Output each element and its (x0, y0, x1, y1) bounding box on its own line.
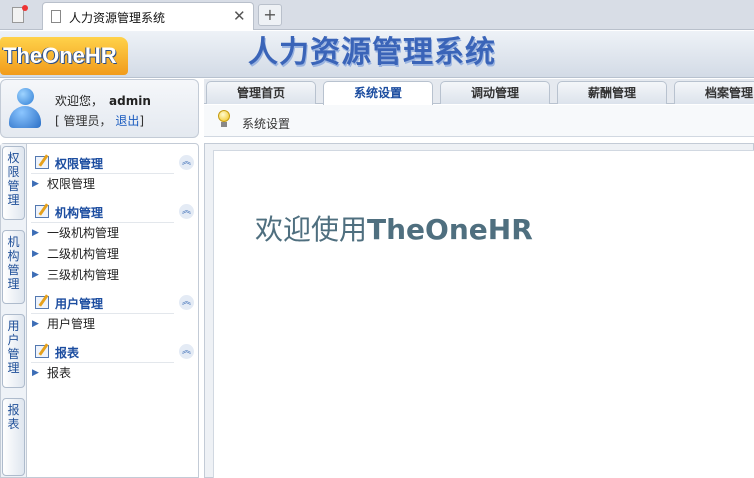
welcome-line: 欢迎您， admin (55, 92, 151, 109)
welcome-brand: TheOneHR (367, 213, 533, 246)
role-label: [ 管理员， (55, 114, 112, 128)
menu-group-header[interactable]: 用户管理 ︽ (31, 292, 194, 314)
menu-group-header[interactable]: 报表 ︽ (31, 341, 194, 363)
browser-tab-title: 人力资源管理系统 (69, 11, 166, 25)
page-icon (51, 10, 61, 23)
edit-icon (35, 205, 49, 218)
chevron-double-up-icon[interactable]: ︽ (179, 295, 194, 310)
tab-salary[interactable]: 薪酬管理 (557, 81, 667, 104)
username: admin (109, 94, 151, 108)
triangle-right-icon: ▶ (32, 319, 39, 329)
menu-item-label: 一级机构管理 (47, 226, 120, 240)
top-nav: 管理首页 系统设置 调动管理 薪酬管理 档案管理 (204, 79, 754, 105)
bulb-glass (218, 110, 230, 122)
edit-icon (35, 296, 49, 309)
welcome-prefix: 欢迎使用 (255, 213, 368, 246)
menu-group-title: 机构管理 (55, 206, 104, 220)
avatar-body (9, 106, 41, 128)
chevron-double-up-icon[interactable]: ︽ (179, 344, 194, 359)
menu-item[interactable]: ▶ 报表 (31, 363, 196, 384)
triangle-right-icon: ▶ (32, 368, 39, 378)
tab-transfer[interactable]: 调动管理 (440, 81, 550, 104)
browser-tab[interactable]: 人力资源管理系统 ✕ (42, 2, 254, 30)
menu-group-title: 权限管理 (55, 157, 104, 171)
menu-item[interactable]: ▶ 三级机构管理 (31, 265, 196, 286)
browser-tab-strip: 人力资源管理系统 ✕ + (0, 0, 754, 30)
menu-item-label: 权限管理 (47, 177, 96, 191)
close-icon[interactable]: ✕ (233, 7, 246, 25)
avatar-head (17, 88, 34, 105)
sidebar-menu: 权限管理 ︽ ▶ 权限管理 机构管理 ︽ ▶ 一级机构管理 ▶ 二级机构管理 ▶ 三级机… (31, 152, 196, 390)
bulb-base (221, 122, 227, 127)
welcome-label: 欢迎您， (55, 94, 104, 108)
main-content (204, 143, 754, 478)
logo: TheOneHR (0, 37, 128, 75)
menu-group-organization: 机构管理 ︽ ▶ 一级机构管理 ▶ 二级机构管理 ▶ 三级机构管理 (31, 201, 196, 286)
tab-archive[interactable]: 档案管理 (674, 81, 754, 104)
new-tab-button[interactable]: + (258, 4, 282, 26)
menu-item[interactable]: ▶ 一级机构管理 (31, 223, 196, 244)
vtab-permission[interactable]: 权限管理 (2, 146, 25, 220)
lightbulb-icon (218, 110, 230, 128)
menu-item-label: 二级机构管理 (47, 247, 120, 261)
banner-title: 人力资源管理系统 (248, 35, 496, 70)
chevron-double-up-icon[interactable]: ︽ (179, 155, 194, 170)
app-menu-button[interactable] (4, 3, 34, 27)
tab-system-settings[interactable]: 系统设置 (323, 81, 433, 105)
sidebar: 权限管理 机构管理 用户管理 报表 权限管理 ︽ ▶ 权限管理 机构管理 ︽ ▶ 一… (0, 143, 199, 478)
menu-item[interactable]: ▶ 用户管理 (31, 314, 196, 335)
triangle-right-icon: ▶ (32, 228, 39, 238)
menu-group-title: 用户管理 (55, 297, 104, 311)
content-frame (213, 150, 754, 478)
menu-item-label: 用户管理 (47, 317, 96, 331)
logout-link[interactable]: 退出 (115, 114, 139, 128)
menu-group-report: 报表 ︽ ▶ 报表 (31, 341, 196, 384)
breadcrumb: 系统设置 (242, 117, 291, 131)
breadcrumb-bar: 系统设置 (204, 105, 754, 137)
edit-icon (35, 156, 49, 169)
menu-item-label: 三级机构管理 (47, 268, 120, 282)
role-line: [ 管理员， 退出] (55, 112, 144, 129)
app-header: TheOneHR 人力资源管理系统 (0, 31, 754, 78)
notification-dot-icon (22, 5, 28, 11)
logo-text: TheOneHR (3, 43, 117, 68)
tab-home[interactable]: 管理首页 (206, 81, 316, 104)
user-panel: 欢迎您， admin [ 管理员， 退出] (0, 79, 199, 138)
edit-icon (35, 345, 49, 358)
triangle-right-icon: ▶ (32, 249, 39, 259)
menu-group-permission: 权限管理 ︽ ▶ 权限管理 (31, 152, 196, 195)
role-suffix: ] (139, 114, 145, 128)
menu-group-title: 报表 (55, 346, 80, 360)
triangle-right-icon: ▶ (32, 270, 39, 280)
vtab-user[interactable]: 用户管理 (2, 314, 25, 388)
menu-item[interactable]: ▶ 权限管理 (31, 174, 196, 195)
vertical-tabs: 权限管理 机构管理 用户管理 报表 (1, 144, 27, 477)
menu-group-header[interactable]: 机构管理 ︽ (31, 201, 194, 223)
welcome-message: 欢迎使用TheOneHR (255, 208, 533, 248)
menu-item[interactable]: ▶ 二级机构管理 (31, 244, 196, 265)
menu-group-user: 用户管理 ︽ ▶ 用户管理 (31, 292, 196, 335)
chevron-double-up-icon[interactable]: ︽ (179, 204, 194, 219)
triangle-right-icon: ▶ (32, 179, 39, 189)
avatar (9, 88, 41, 130)
vtab-organization[interactable]: 机构管理 (2, 230, 25, 304)
menu-item-label: 报表 (47, 366, 72, 380)
vtab-report[interactable]: 报表 (2, 398, 25, 476)
menu-group-header[interactable]: 权限管理 ︽ (31, 152, 194, 174)
